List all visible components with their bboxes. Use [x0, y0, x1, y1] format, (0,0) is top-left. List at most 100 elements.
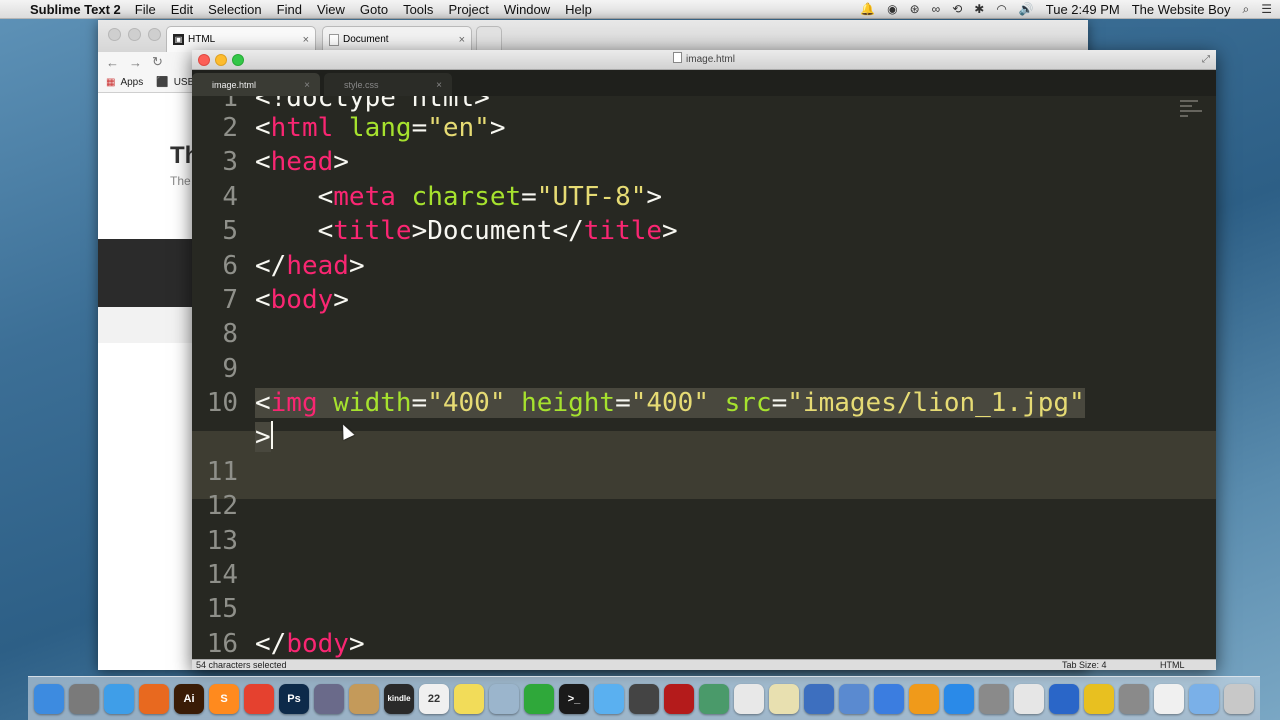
textedit-icon[interactable] [734, 683, 764, 714]
trash-icon[interactable] [1224, 683, 1254, 714]
menu-project[interactable]: Project [448, 2, 488, 17]
line-number: 8 [222, 319, 238, 349]
volume-icon[interactable]: 🔊 [1019, 2, 1034, 16]
ibooks-icon[interactable] [909, 683, 939, 714]
minimize-icon[interactable] [128, 28, 141, 41]
record-icon[interactable]: ◉ [887, 2, 897, 16]
photoshop-icon[interactable]: Ps [279, 683, 309, 714]
syntax-selector[interactable]: HTML [1160, 660, 1185, 670]
current-line-highlight [192, 431, 1216, 499]
script-icon[interactable] [1014, 683, 1044, 714]
launchpad-icon[interactable] [69, 683, 99, 714]
preview-icon[interactable] [489, 683, 519, 714]
close-icon[interactable]: × [459, 34, 465, 46]
menu-window[interactable]: Window [504, 2, 550, 17]
code-editor[interactable]: 1 2 3 4 5 6 7 8 9 10 11 12 13 14 15 16 <… [192, 96, 1216, 660]
token: < [255, 285, 271, 315]
close-icon[interactable]: × [436, 80, 442, 91]
close-icon[interactable] [198, 54, 210, 66]
contacts-icon[interactable] [349, 683, 379, 714]
token-tag: title [333, 216, 412, 246]
status-tray: 🔔 ◉ ⊛ ∞ ⟲ ✱ ◠ 🔊 Tue 2:49 PM The Website … [860, 2, 1280, 17]
new-tab-button[interactable] [476, 26, 502, 52]
menu-file[interactable]: File [135, 2, 156, 17]
ie-icon[interactable] [1049, 683, 1079, 714]
spinner-icon[interactable]: ⊛ [910, 2, 920, 16]
token: = [411, 113, 428, 143]
filezilla-icon[interactable] [664, 683, 694, 714]
creative-cloud-icon[interactable]: ∞ [932, 2, 941, 16]
back-icon[interactable]: ← [106, 55, 119, 70]
safari-icon[interactable] [104, 683, 134, 714]
menu-view[interactable]: View [317, 2, 345, 17]
minimize-icon[interactable] [215, 54, 227, 66]
messages-icon[interactable] [594, 683, 624, 714]
preferences-icon[interactable] [979, 683, 1009, 714]
wifi-icon[interactable]: ◠ [996, 2, 1006, 16]
chrome-tab-strip: ▣ HTML × Document × [98, 20, 1088, 52]
token: < [255, 388, 271, 418]
code-line-5: <title>Document</title> [255, 214, 678, 248]
appstore-icon[interactable] [944, 683, 974, 714]
wordpress-icon[interactable] [1084, 683, 1114, 714]
token-tag: head [270, 147, 334, 177]
tab-style-css[interactable]: style.css × [324, 73, 452, 97]
code-line-4: <meta charset="UTF-8"> [255, 180, 662, 214]
menu-goto[interactable]: Goto [360, 2, 388, 17]
fullscreen-icon[interactable]: ⤢ [1202, 50, 1210, 69]
itunes-icon[interactable] [874, 683, 904, 714]
menu-selection[interactable]: Selection [208, 2, 261, 17]
stickies-icon[interactable] [454, 683, 484, 714]
chrome-icon[interactable] [244, 683, 274, 714]
menu-tools[interactable]: Tools [403, 2, 433, 17]
camera-icon[interactable] [629, 683, 659, 714]
reload-icon[interactable]: ↻ [152, 54, 163, 70]
code-line-10: <img width="400" height="400" src="image… [255, 386, 1085, 420]
maximize-icon[interactable] [232, 54, 244, 66]
books-icon[interactable] [804, 683, 834, 714]
minimap[interactable] [1174, 96, 1216, 136]
user-name[interactable]: The Website Boy [1132, 2, 1231, 17]
token: > [255, 422, 271, 452]
document-icon[interactable] [1154, 683, 1184, 714]
maximize-icon[interactable] [148, 28, 161, 41]
bookmark-apps[interactable]: Apps [120, 77, 143, 88]
close-icon[interactable] [108, 28, 121, 41]
tab-image-html[interactable]: image.html × [192, 73, 320, 97]
illustrator-icon[interactable]: Ai [174, 683, 204, 714]
chrome-tab-html[interactable]: ▣ HTML × [166, 26, 316, 52]
token: > [489, 113, 506, 143]
maps-icon[interactable] [699, 683, 729, 714]
close-icon[interactable]: × [304, 80, 310, 91]
time-machine-icon[interactable]: ⟲ [952, 2, 962, 16]
chrome-window-controls [108, 28, 161, 41]
chrome-tab-document[interactable]: Document × [322, 26, 472, 52]
tab-size-selector[interactable]: Tab Size: 4 [1062, 660, 1107, 670]
evernote-icon[interactable] [1119, 683, 1149, 714]
menu-find[interactable]: Find [277, 2, 302, 17]
stamp-icon[interactable] [314, 683, 344, 714]
bell-icon[interactable]: 🔔 [860, 2, 875, 16]
notification-center-icon[interactable]: ☰ [1261, 2, 1272, 16]
terminal-icon[interactable]: >_ [559, 683, 589, 714]
kindle-icon[interactable]: kindle [384, 683, 414, 714]
calendar-icon[interactable]: 22 [419, 683, 449, 714]
bluetooth-icon[interactable]: ✱ [974, 2, 984, 16]
sublime-icon[interactable]: S [209, 683, 239, 714]
code-line-3: <head> [255, 145, 349, 179]
menu-help[interactable]: Help [565, 2, 592, 17]
forward-icon[interactable]: → [129, 55, 142, 70]
finder-icon[interactable] [34, 683, 64, 714]
menu-app-name[interactable]: Sublime Text 2 [30, 2, 121, 17]
close-icon[interactable]: × [303, 34, 309, 46]
clock[interactable]: Tue 2:49 PM [1046, 2, 1120, 17]
menu-edit[interactable]: Edit [171, 2, 193, 17]
roboform-icon[interactable] [524, 683, 554, 714]
notes-icon[interactable] [769, 683, 799, 714]
line-number: 2 [222, 113, 238, 143]
firefox-icon[interactable] [139, 683, 169, 714]
folder-icon[interactable] [1189, 683, 1219, 714]
network-icon[interactable] [839, 683, 869, 714]
spotlight-icon[interactable]: ⌕ [1243, 2, 1250, 17]
